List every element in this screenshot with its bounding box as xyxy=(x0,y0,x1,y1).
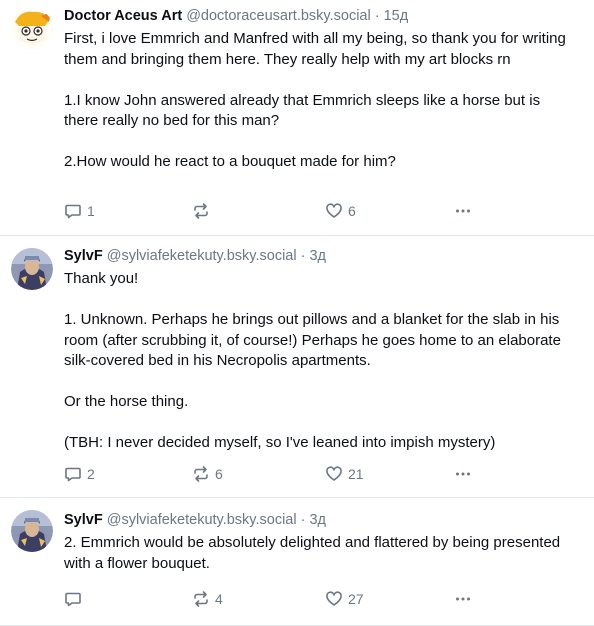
repost-icon xyxy=(192,590,210,608)
repost-icon xyxy=(192,465,210,483)
post-actions: 4 27 xyxy=(64,588,484,610)
author-name[interactable]: SylvF xyxy=(64,512,103,528)
repost-button[interactable]: 4 xyxy=(192,588,223,610)
reply-icon xyxy=(64,590,82,608)
repost-count: 4 xyxy=(215,591,223,607)
post-header: SylvF @sylviafeketekuty.bsky.social · 3д xyxy=(64,510,576,530)
post-text: 2. Emmrich would be absolutely delighted… xyxy=(64,534,565,572)
reply-count: 1 xyxy=(87,203,95,219)
reply-button[interactable] xyxy=(64,588,87,610)
post-time[interactable]: 15д xyxy=(384,8,409,24)
author-name[interactable]: Doctor Aceus Art xyxy=(64,8,182,24)
more-options-icon xyxy=(454,590,472,608)
repost-icon xyxy=(192,202,210,220)
like-button[interactable]: 27 xyxy=(325,588,364,610)
post[interactable]: Doctor Aceus Art @doctoraceusart.bsky.so… xyxy=(0,0,594,236)
author-handle[interactable]: @sylviafeketekuty.bsky.social xyxy=(107,248,297,264)
repost-button[interactable]: 6 xyxy=(192,463,223,485)
post-header: Doctor Aceus Art @doctoraceusart.bsky.so… xyxy=(64,6,576,26)
more-options-icon xyxy=(454,465,472,483)
repost-button[interactable] xyxy=(192,200,215,222)
more-options-button[interactable] xyxy=(454,463,472,485)
avatar[interactable] xyxy=(11,510,53,552)
reply-count: 2 xyxy=(87,466,95,482)
reply-button[interactable]: 2 xyxy=(64,463,95,485)
avatar[interactable] xyxy=(11,8,53,50)
post-time[interactable]: 3д xyxy=(309,512,326,528)
more-options-button[interactable] xyxy=(454,588,472,610)
repost-count: 6 xyxy=(215,466,223,482)
heart-icon xyxy=(325,202,343,220)
like-count: 27 xyxy=(348,591,364,607)
author-handle[interactable]: @doctoraceusart.bsky.social xyxy=(186,8,371,24)
post-text: First, i love Emmrich and Manfred with a… xyxy=(64,30,566,170)
reply-icon xyxy=(64,202,82,220)
post-actions: 1 6 xyxy=(64,200,484,222)
more-options-button[interactable] xyxy=(454,200,472,222)
post-time[interactable]: 3д xyxy=(309,248,326,264)
like-button[interactable]: 6 xyxy=(325,200,356,222)
author-name[interactable]: SylvF xyxy=(64,248,103,264)
reply-icon xyxy=(64,465,82,483)
reply-button[interactable]: 1 xyxy=(64,200,95,222)
post-actions: 2 6 21 xyxy=(64,463,484,485)
like-button[interactable]: 21 xyxy=(325,463,364,485)
more-options-icon xyxy=(454,202,472,220)
post-header: SylvF @sylviafeketekuty.bsky.social · 3д xyxy=(64,246,576,266)
heart-icon xyxy=(325,590,343,608)
post[interactable]: SylvF @sylviafeketekuty.bsky.social · 3д… xyxy=(0,236,594,498)
author-handle[interactable]: @sylviafeketekuty.bsky.social xyxy=(107,512,297,528)
separator: · xyxy=(300,512,306,528)
post[interactable]: SylvF @sylviafeketekuty.bsky.social · 3д… xyxy=(0,498,594,626)
avatar[interactable] xyxy=(11,248,53,290)
thread-feed: Doctor Aceus Art @doctoraceusart.bsky.so… xyxy=(0,0,594,626)
separator: · xyxy=(374,8,380,24)
like-count: 21 xyxy=(348,466,364,482)
heart-icon xyxy=(325,465,343,483)
post-text: Thank you! 1. Unknown. Perhaps he brings… xyxy=(64,270,561,451)
like-count: 6 xyxy=(348,203,356,219)
separator: · xyxy=(300,248,306,264)
